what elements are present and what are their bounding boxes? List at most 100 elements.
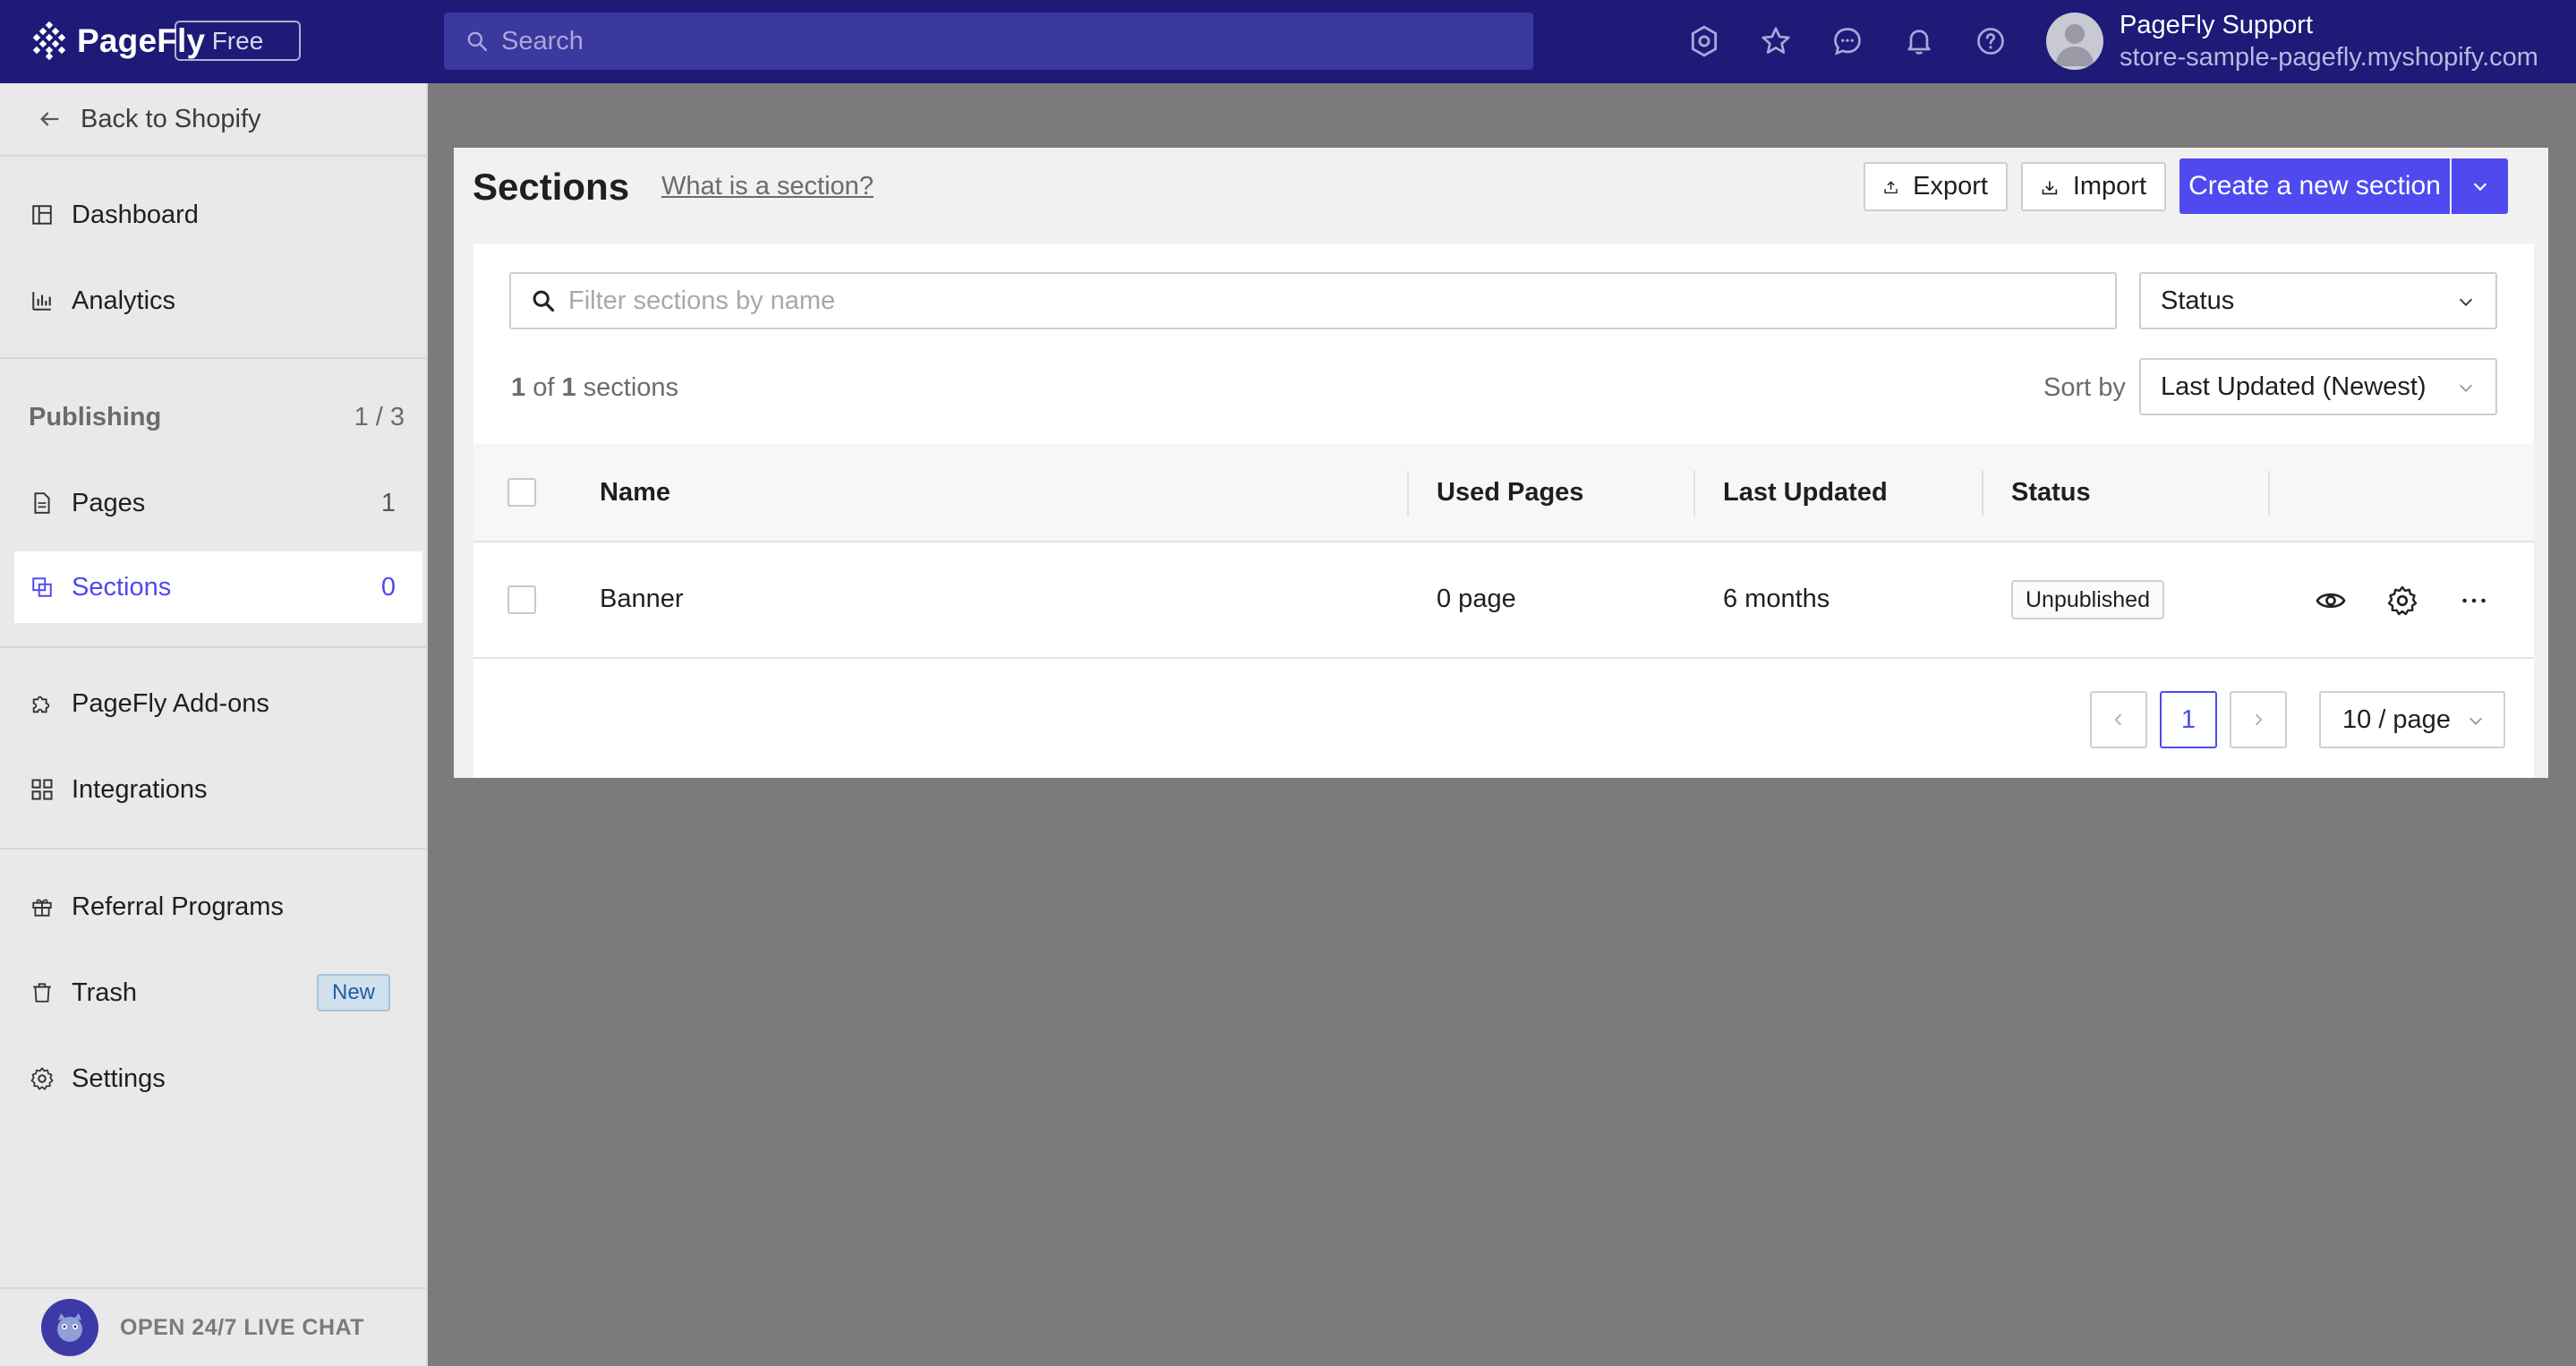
analytics-icon [29,287,55,314]
row-checkbox[interactable] [508,585,536,614]
sort-by-select[interactable]: Last Updated (Newest) [2139,358,2497,415]
column-header-used-pages[interactable]: Used Pages [1437,478,1583,508]
sidebar-divider [0,848,426,849]
eye-icon[interactable] [2313,583,2349,619]
import-label: Import [2072,172,2146,201]
sidebar: Back to Shopify Dashboard Analytics Publ… [0,83,428,1366]
sidebar-item-trash[interactable]: Trash New [14,957,422,1029]
sidebar-item-referral[interactable]: Referral Programs [14,871,422,943]
status-badge: Unpublished [2011,580,2164,619]
sections-card: Filter sections by name Status 1 of 1 se… [473,243,2534,778]
trash-icon [29,979,55,1006]
download-icon [2042,180,2058,194]
used-pages-value: 0 page [1437,585,1516,613]
page-icon [29,490,55,517]
select-all-checkbox[interactable] [508,478,536,507]
search-icon [533,290,555,312]
table-header: Name Used Pages Last Updated Status [473,444,2534,542]
export-label: Export [1913,172,1988,201]
export-button[interactable]: Export [1864,162,2008,211]
sidebar-item-label: Analytics [72,286,176,315]
count-unit: sections [583,373,679,402]
next-page-button[interactable] [2230,691,2287,748]
sidebar-item-label: Pages [72,488,146,517]
live-chat-button[interactable]: OPEN 24/7 LIVE CHAT [0,1287,426,1366]
filter-sections-input[interactable]: Filter sections by name [509,272,2117,329]
sidebar-item-addons[interactable]: PageFly Add-ons [14,668,422,739]
chevron-down-icon [2469,717,2483,725]
sidebar-item-label: Dashboard [72,200,199,229]
upload-icon [1884,180,1898,193]
gear-icon [29,1065,55,1092]
sidebar-item-settings[interactable]: Settings [14,1043,422,1114]
chat-icon[interactable] [1830,23,1865,59]
gear-icon[interactable] [2384,583,2420,619]
integrations-icon [29,776,55,803]
settings-icon[interactable] [1686,23,1722,59]
sidebar-item-label: Sections [72,572,172,602]
count-of: of [533,373,555,402]
sidebar-item-dashboard[interactable]: Dashboard [14,179,422,251]
star-icon[interactable] [1758,23,1794,59]
column-divider [1407,471,1409,516]
chevron-down-icon [2473,183,2486,192]
page-size-value: 10 / page [2342,704,2451,734]
chevron-down-icon [2459,384,2473,392]
dashboard-icon [29,201,55,228]
puzzle-icon [29,690,55,717]
table-row[interactable]: Banner 0 page 6 months Unpublished [473,542,2534,659]
search-icon [467,31,488,52]
prev-page-button[interactable] [2090,691,2147,748]
global-search-input[interactable]: Search [444,13,1533,70]
sidebar-item-integrations[interactable]: Integrations [14,754,422,825]
create-options-dropdown[interactable] [2452,158,2508,214]
search-placeholder: Search [501,26,584,55]
plan-badge[interactable]: Free [175,21,301,61]
sidebar-item-analytics[interactable]: Analytics [14,265,422,337]
section-name[interactable]: Banner [600,585,684,614]
sidebar-divider [0,646,426,648]
chat-mascot-icon [41,1299,98,1356]
sidebar-item-label: Integrations [72,774,208,804]
back-to-shopify-link[interactable]: Back to Shopify [0,83,426,157]
filter-placeholder: Filter sections by name [568,286,836,315]
sidebar-item-label: Trash [72,978,138,1007]
sidebar-item-label: PageFly Add-ons [72,688,269,718]
page-1-button[interactable]: 1 [2160,691,2217,748]
column-header-name[interactable]: Name [600,478,670,508]
sections-icon [29,574,55,601]
status-filter-select[interactable]: Status [2139,272,2497,329]
pagefly-logo-icon [32,21,66,61]
user-name[interactable]: PageFly Support [2120,11,2313,40]
page-size-select[interactable]: 10 / page [2319,691,2505,748]
group-label: Publishing [29,403,162,431]
back-to-shopify-label: Back to Shopify [81,104,261,133]
user-store: store-sample-pagefly.myshopify.com [2120,43,2538,72]
sidebar-item-label: Settings [72,1063,166,1093]
help-icon[interactable] [1973,23,2009,59]
bell-icon[interactable] [1901,23,1937,59]
sidebar-item-label: Referral Programs [72,892,284,921]
column-divider [1693,471,1695,516]
chevron-right-icon [2255,713,2263,726]
create-section-button[interactable]: Create a new section [2179,158,2450,214]
sidebar-item-sections[interactable]: Sections 0 [14,551,422,623]
page-title: Sections [473,166,630,208]
sections-count: 1 of 1 sections [511,373,678,403]
column-header-status[interactable]: Status [2011,478,2091,508]
sections-panel: Sections What is a section? Export Impor… [454,148,2548,778]
more-options-icon[interactable] [2456,583,2492,619]
last-updated-value: 6 months [1723,585,1830,613]
top-bar: PageFly Free Search PageFly Support stor… [0,0,2576,83]
import-button[interactable]: Import [2021,162,2166,211]
sidebar-item-pages[interactable]: Pages 1 [14,467,422,539]
sidebar-item-count: 0 [380,572,396,602]
sidebar-group-publishing[interactable]: Publishing 1 / 3 [29,403,405,432]
chevron-left-icon [2114,713,2122,726]
column-header-last-updated[interactable]: Last Updated [1723,478,1888,508]
count-current: 1 [511,373,526,402]
new-badge: New [317,974,390,1012]
what-is-section-link[interactable]: What is a section? [661,172,874,201]
sidebar-item-count: 1 [380,488,396,517]
user-avatar[interactable] [2046,13,2103,70]
